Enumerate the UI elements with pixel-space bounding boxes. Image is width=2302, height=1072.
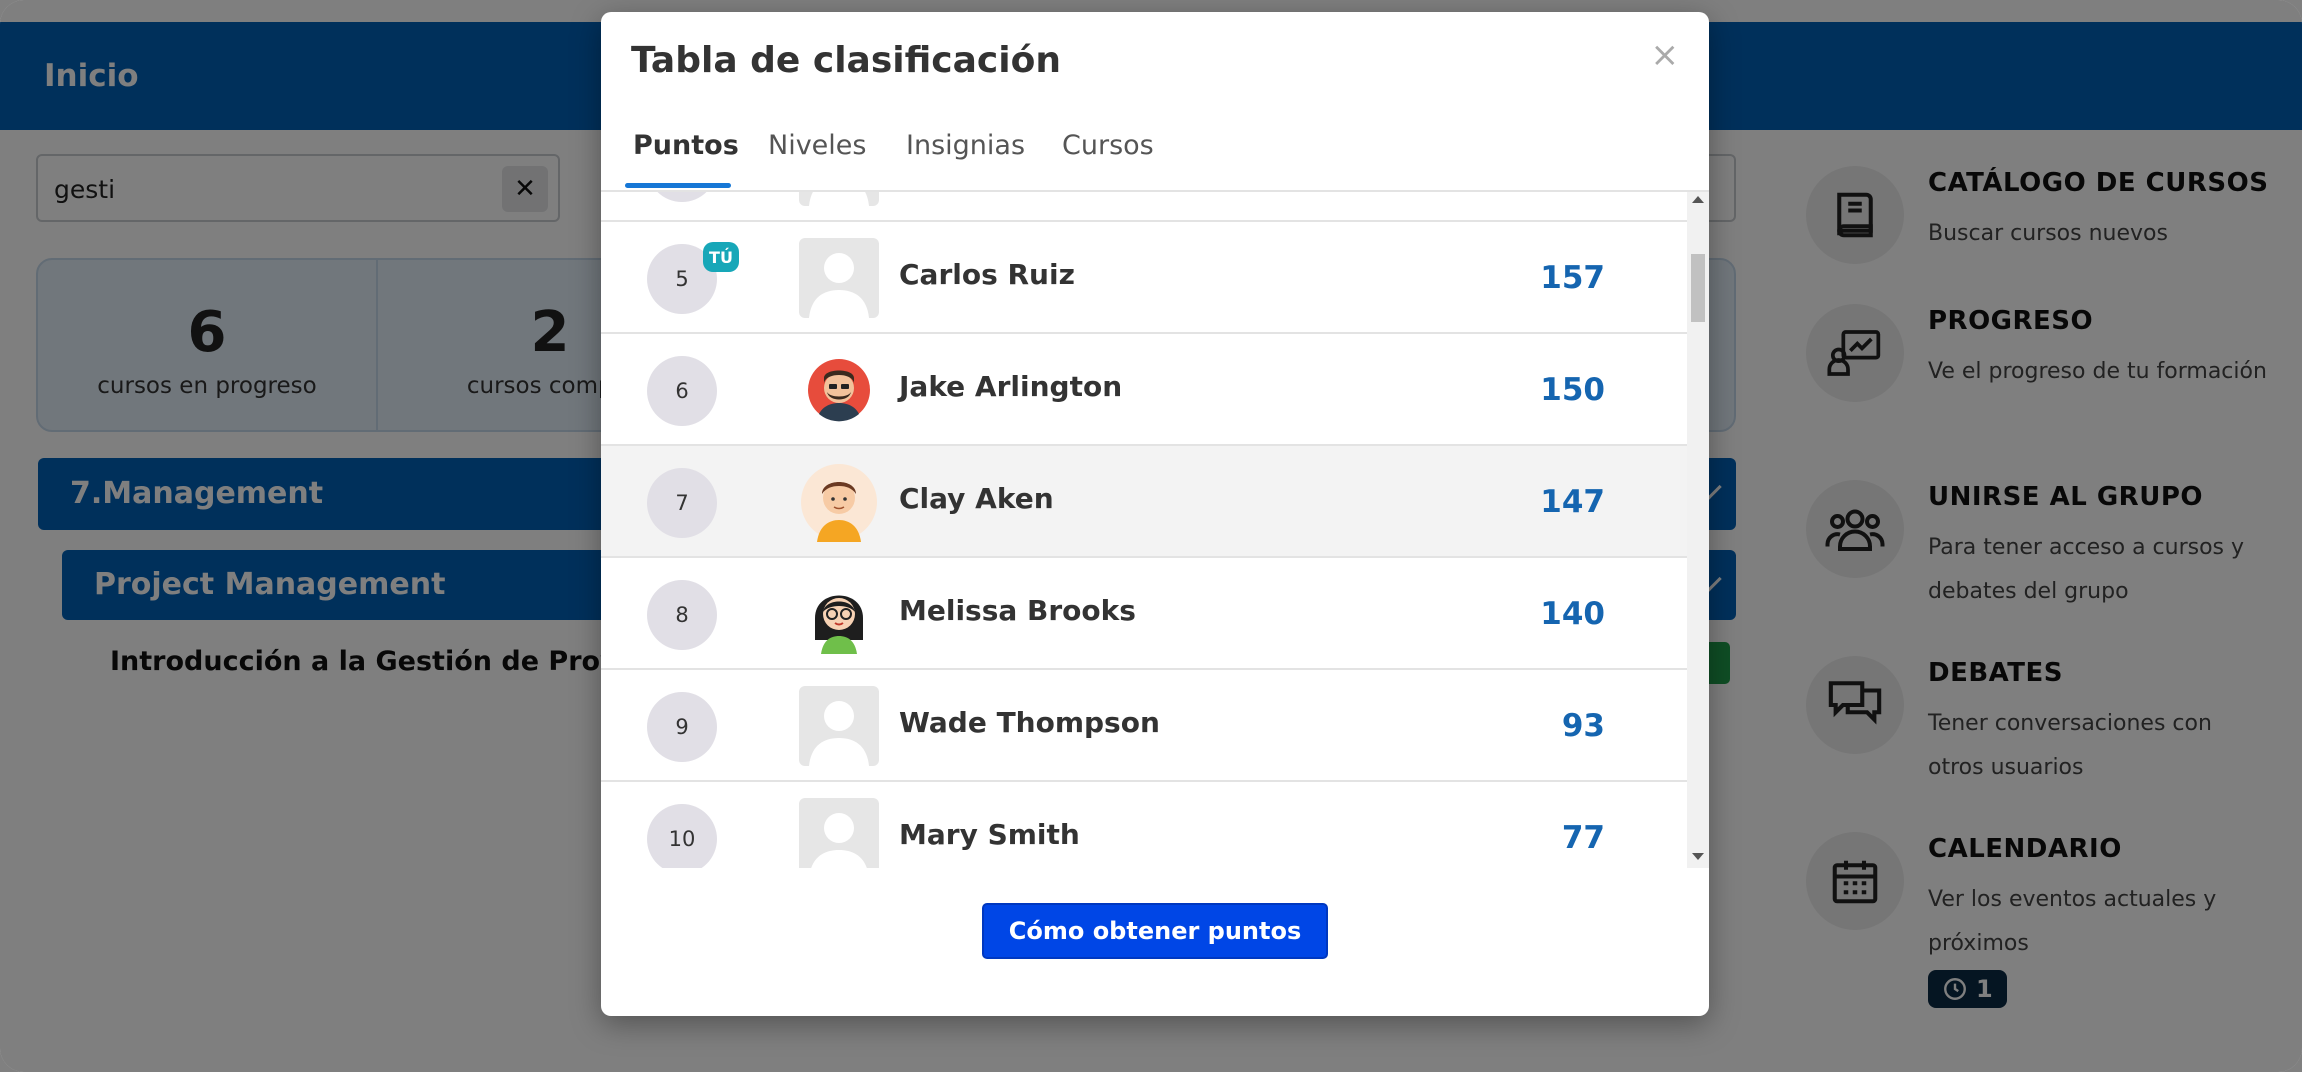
rank-badge: 8 — [647, 580, 717, 650]
how-to-earn-points-button[interactable]: Cómo obtener puntos — [982, 903, 1328, 959]
table-row[interactable]: 7 Clay Aken 147 — [601, 446, 1687, 558]
leaderboard-modal: Tabla de clasificación × Puntos Niveles … — [601, 12, 1709, 1016]
close-icon[interactable]: × — [1651, 38, 1680, 72]
avatar — [799, 574, 879, 654]
avatar — [799, 462, 879, 542]
player-points: 150 — [1540, 372, 1605, 408]
avatar — [799, 350, 879, 430]
player-points: 157 — [1540, 260, 1605, 296]
scrollbar-thumb[interactable] — [1691, 254, 1705, 322]
tab-insignias[interactable]: Insignias — [906, 130, 1025, 161]
player-name: Clay Aken — [899, 482, 1054, 515]
player-name: Jake Arlington — [899, 370, 1123, 403]
table-row[interactable]: 10 Mary Smith 77 — [601, 782, 1687, 868]
avatar — [799, 798, 879, 868]
scroll-down-icon[interactable] — [1692, 853, 1704, 860]
active-tab-indicator — [625, 183, 731, 188]
scroll-up-icon[interactable] — [1692, 196, 1704, 203]
scrollbar[interactable] — [1687, 192, 1709, 868]
avatar — [799, 686, 879, 766]
rank-badge — [647, 192, 717, 202]
table-row — [601, 192, 1687, 222]
rank-badge: 7 — [647, 468, 717, 538]
leaderboard-list[interactable]: 5 TÚ Carlos Ruiz 157 6 Jake Arlington 15… — [601, 192, 1687, 868]
player-name: Wade Thompson — [899, 706, 1160, 739]
table-row[interactable]: 6 Jake Arlington 150 — [601, 334, 1687, 446]
you-badge: TÚ — [703, 242, 739, 272]
player-points: 93 — [1561, 708, 1605, 744]
table-row[interactable]: 9 Wade Thompson 93 — [601, 670, 1687, 782]
player-points: 147 — [1540, 484, 1605, 520]
player-points: 140 — [1540, 596, 1605, 632]
player-name: Carlos Ruiz — [899, 258, 1075, 291]
tab-niveles[interactable]: Niveles — [768, 130, 866, 161]
rank-badge: 10 — [647, 804, 717, 868]
tab-puntos[interactable]: Puntos — [633, 130, 739, 161]
modal-title: Tabla de clasificación — [631, 40, 1061, 81]
player-name: Melissa Brooks — [899, 594, 1136, 627]
table-row[interactable]: 5 TÚ Carlos Ruiz 157 — [601, 222, 1687, 334]
tab-cursos[interactable]: Cursos — [1062, 130, 1154, 161]
table-row[interactable]: 8 Melissa Brooks 140 — [601, 558, 1687, 670]
rank-badge: 9 — [647, 692, 717, 762]
leaderboard-tabs: Puntos Niveles Insignias Cursos — [601, 116, 1709, 192]
rank-badge: 6 — [647, 356, 717, 426]
player-points: 77 — [1561, 820, 1605, 856]
player-name: Mary Smith — [899, 818, 1080, 851]
avatar — [799, 192, 879, 206]
avatar — [799, 238, 879, 318]
